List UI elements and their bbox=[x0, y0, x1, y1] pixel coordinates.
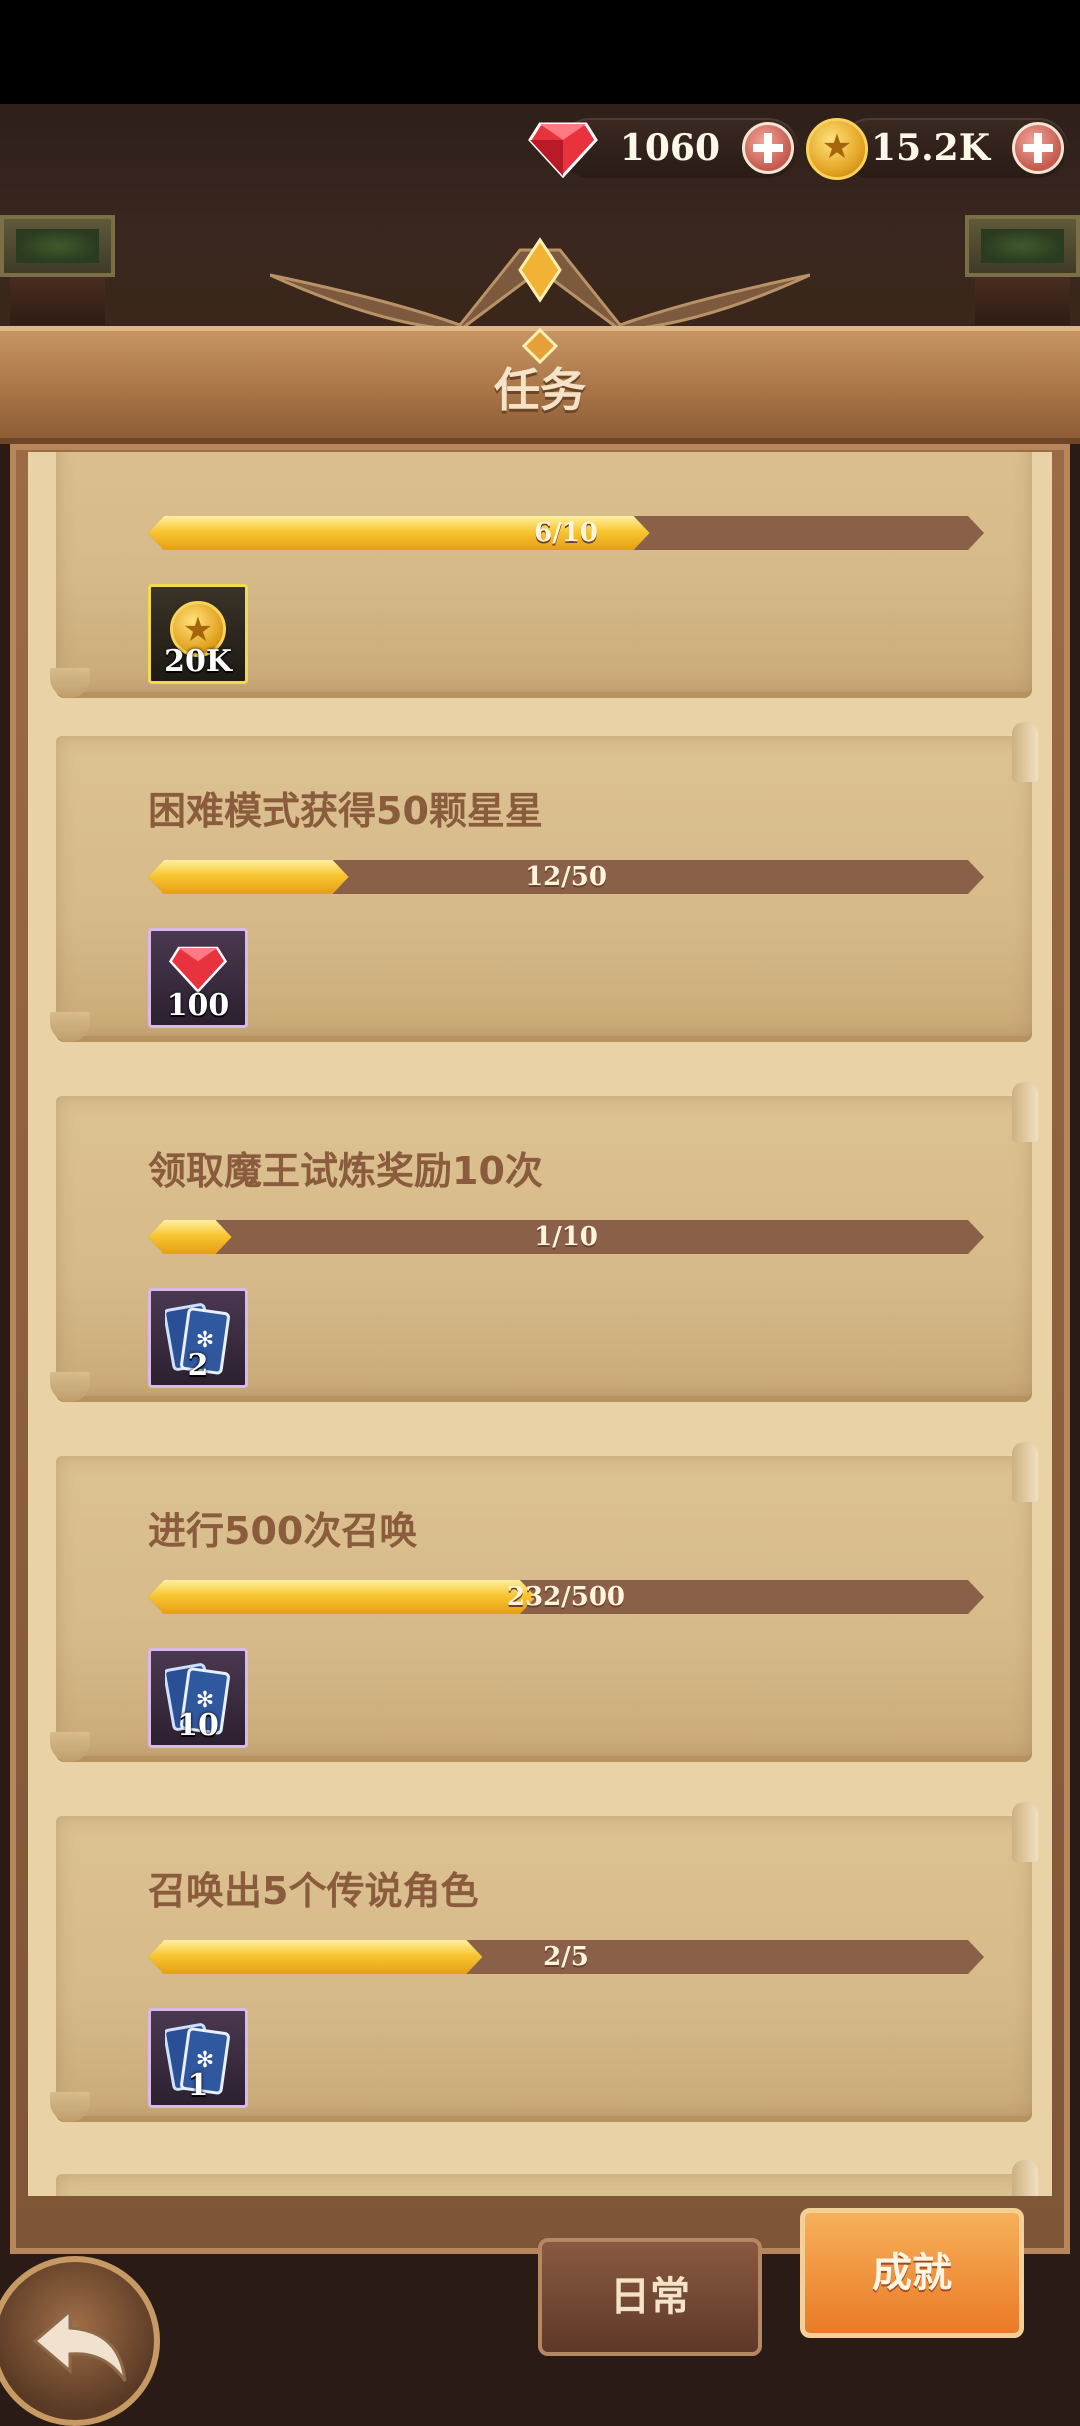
right-pillar-decoration bbox=[965, 215, 1080, 325]
red-gem-icon bbox=[168, 946, 228, 993]
task-progress-text: 232/500 bbox=[506, 1582, 626, 1612]
task-progress-text: 2/5 bbox=[543, 1942, 589, 1972]
task-progress-bar: 1/10 bbox=[148, 1220, 984, 1254]
left-pillar-decoration bbox=[0, 215, 115, 325]
task-reward[interactable]: 20K bbox=[148, 584, 248, 684]
task-reward[interactable]: 100 bbox=[148, 928, 248, 1028]
title-ornament bbox=[270, 237, 810, 332]
task-card: 召唤出5个传说角色 2/5 ✻ 1 bbox=[50, 1802, 1038, 2122]
task-card: 6/10 20K bbox=[50, 452, 1032, 698]
reward-amount: 10 bbox=[177, 1708, 219, 1743]
add-gems-button[interactable] bbox=[742, 122, 794, 174]
reward-amount: 100 bbox=[166, 988, 230, 1023]
task-progress-bar: 6/10 bbox=[148, 516, 984, 550]
coin-count: 15.2K bbox=[871, 127, 990, 169]
reward-amount: 1 bbox=[187, 2068, 209, 2103]
task-progress-text: 1/10 bbox=[534, 1222, 598, 1252]
task-progress-text: 6/10 bbox=[534, 518, 598, 548]
task-progress-bar: 2/5 bbox=[148, 1940, 984, 1974]
task-title: 领取魔王试炼奖励10次 bbox=[148, 1149, 543, 1193]
reward-amount: 2 bbox=[187, 1348, 209, 1383]
task-reward[interactable]: ✻ 2 bbox=[148, 1288, 248, 1388]
task-card: 困难模式获得50颗星星 12/50 100 bbox=[50, 722, 1038, 1042]
add-coins-button[interactable] bbox=[1012, 122, 1064, 174]
task-title: 进行500次召唤 bbox=[148, 1509, 418, 1553]
tab-achievement[interactable]: 成就 bbox=[800, 2208, 1024, 2338]
task-progress-bar: 12/50 bbox=[148, 860, 984, 894]
task-card: 进行500次召唤 232/500 ✻ 10 bbox=[50, 1442, 1038, 1762]
task-list[interactable]: 6/10 20K 困难模式获得50颗星星 12/50 100 领取魔王试炼奖励1… bbox=[28, 452, 1052, 2196]
back-arrow-icon bbox=[32, 2307, 127, 2382]
task-progress-text: 12/50 bbox=[525, 862, 607, 892]
task-reward[interactable]: ✻ 1 bbox=[148, 2008, 248, 2108]
task-progress-bar: 232/500 bbox=[148, 1580, 984, 1614]
status-bar bbox=[0, 0, 1080, 104]
tab-daily[interactable]: 日常 bbox=[538, 2238, 762, 2356]
gem-count: 1060 bbox=[619, 127, 720, 169]
back-button[interactable] bbox=[0, 2256, 160, 2426]
gold-coin-icon bbox=[806, 118, 868, 180]
task-reward[interactable]: ✻ 10 bbox=[148, 1648, 248, 1748]
reward-amount: 20K bbox=[164, 644, 232, 679]
task-card bbox=[56, 2160, 1038, 2196]
task-title: 困难模式获得50颗星星 bbox=[148, 789, 543, 833]
coin-currency-display: 15.2K bbox=[840, 118, 1068, 178]
task-title: 召唤出5个传说角色 bbox=[148, 1869, 479, 1913]
task-card: 领取魔王试炼奖励10次 1/10 ✻ 2 bbox=[50, 1082, 1038, 1402]
page-title: 任务 bbox=[494, 363, 586, 417]
red-gem-icon bbox=[528, 122, 598, 178]
